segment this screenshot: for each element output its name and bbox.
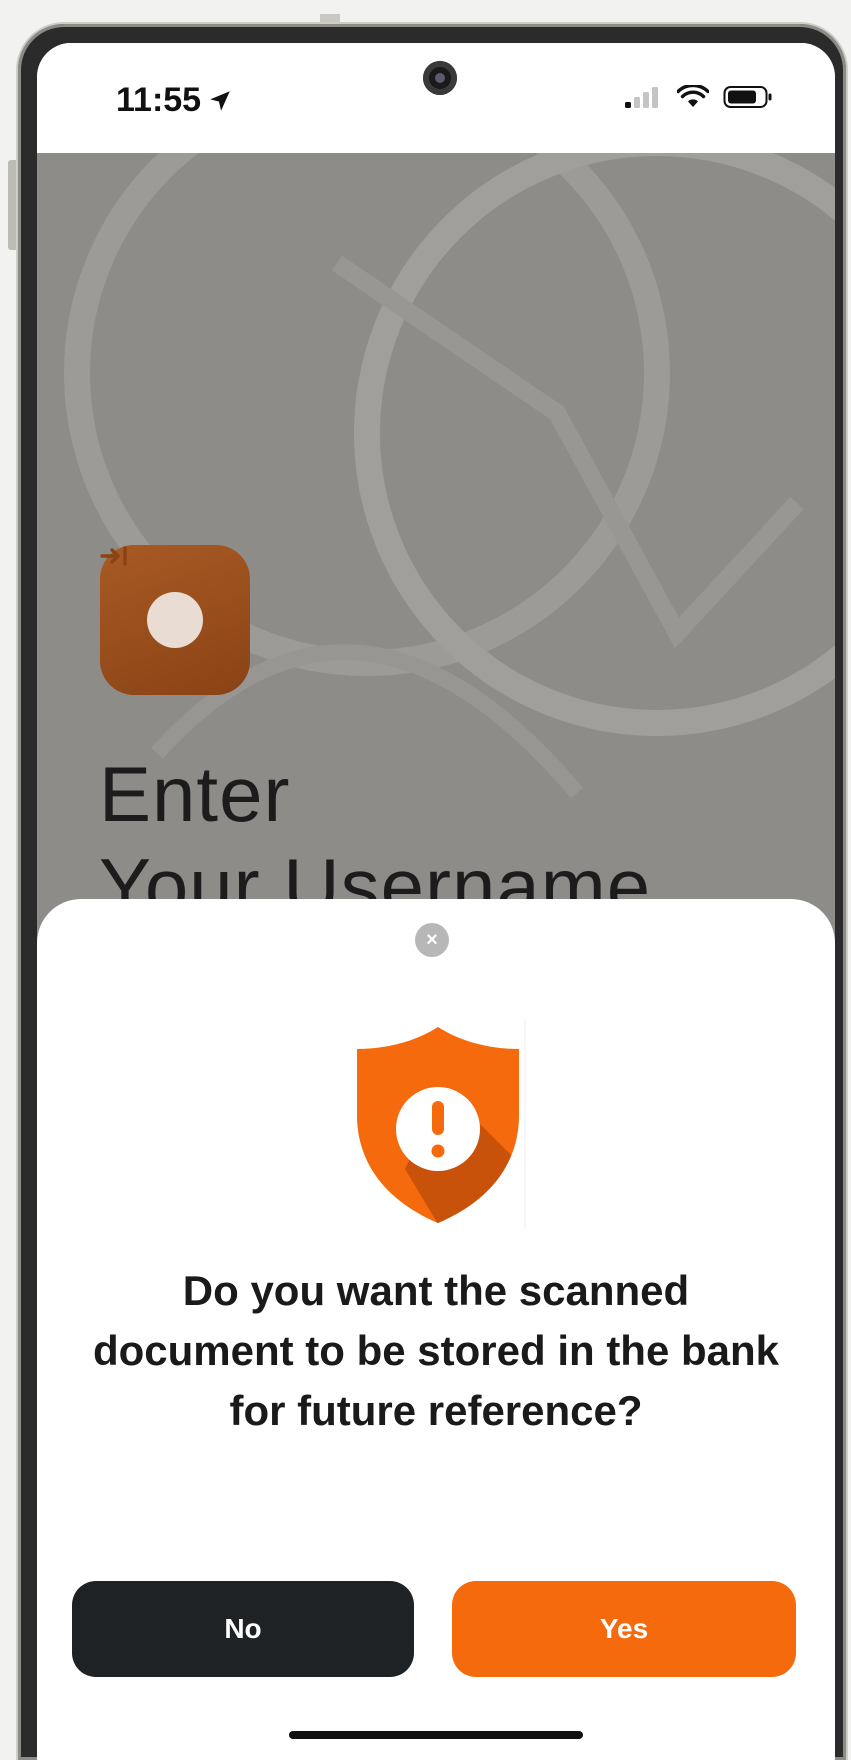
yes-button[interactable]: Yes xyxy=(452,1581,796,1677)
status-time-text: 11:55 xyxy=(116,81,202,119)
status-time: 11:55 xyxy=(116,81,233,120)
location-arrow-icon xyxy=(210,90,230,111)
no-button[interactable]: No xyxy=(72,1581,414,1677)
dialog-question: Do you want the scanned document to be s… xyxy=(92,1267,780,1434)
page-title-line-1: Enter xyxy=(99,750,291,838)
close-icon[interactable]: × xyxy=(415,923,449,957)
shield-warning-icon xyxy=(343,1019,533,1229)
yes-button-label: Yes xyxy=(599,1613,649,1644)
front-camera xyxy=(423,61,457,95)
battery-icon xyxy=(723,86,772,108)
no-button-label: No xyxy=(224,1613,262,1644)
status-bar: 11:55 xyxy=(37,43,835,153)
confirmation-sheet: × Do you want the scanned document to be… xyxy=(37,899,835,1760)
phone-screen: 11:55 Enter Your Username × Do you want … xyxy=(37,43,835,1760)
sign-in-arrow-icon xyxy=(100,546,203,648)
status-icons xyxy=(623,85,773,109)
device-side-button xyxy=(8,160,18,250)
cellular-signal-icon xyxy=(625,87,658,108)
app-icon xyxy=(100,545,250,695)
wifi-icon xyxy=(677,85,709,107)
home-indicator[interactable] xyxy=(289,1731,583,1739)
